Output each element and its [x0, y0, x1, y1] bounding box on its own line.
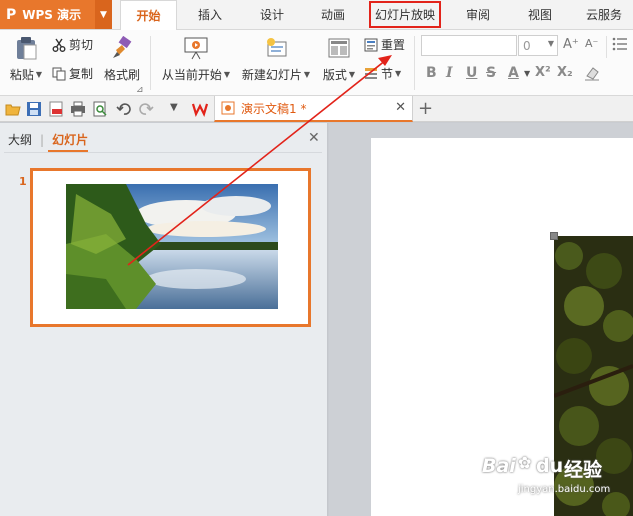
format-painter-button[interactable]: 格式刷 [102, 36, 142, 83]
export-pdf-icon[interactable] [48, 101, 64, 117]
section-icon [364, 67, 378, 81]
eraser-icon [585, 67, 599, 81]
bullet-list-icon [612, 37, 627, 51]
pane-tabs: 大纲 | 幻灯片 [8, 131, 88, 148]
reset-icon [364, 38, 378, 52]
ribbon: 粘贴 ▼ 剪切 复制 格式刷 ⊿ 从当前开始 ▼ 新建幻灯片 ▼ 版式 ▼ 重置… [0, 30, 633, 96]
superscript-button[interactable]: X² [535, 65, 551, 80]
watermark-brand: Bai [482, 455, 516, 477]
ribbon-separator [150, 36, 151, 90]
ribbon-separator [606, 36, 607, 58]
save-icon[interactable] [26, 101, 42, 117]
grow-font-button[interactable]: A⁺ [563, 37, 579, 52]
menu-bar: P WPS 演示 ▼ 开始 插入 设计 动画 幻灯片放映 审阅 视图 云服务 [0, 0, 633, 30]
print-icon[interactable] [70, 101, 86, 117]
presentation-file-icon [221, 101, 235, 115]
from-current-label: 从当前开始 [161, 68, 222, 82]
tab-view[interactable]: 视图 [514, 0, 566, 29]
bold-button[interactable]: B [426, 65, 437, 81]
tab-design[interactable]: 设计 [247, 0, 297, 29]
copy-label: 复制 [69, 67, 94, 81]
layout-icon [327, 36, 351, 60]
font-color-dropdown[interactable]: ▼ [522, 69, 530, 78]
brush-icon [110, 36, 134, 60]
layout-label: 版式 [322, 68, 347, 82]
section-label: 节 [381, 67, 394, 81]
subscript-button[interactable]: X₂ [557, 65, 573, 80]
watermark-product: 经验 [564, 459, 603, 481]
presentation-play-icon [184, 36, 208, 60]
pane-divider [4, 152, 322, 153]
tab-slides[interactable]: 幻灯片 [52, 131, 88, 148]
section-button[interactable]: 节 ▼ [364, 65, 401, 82]
watermark-brand-suffix: du [536, 455, 564, 477]
copy-button[interactable]: 复制 [52, 65, 93, 82]
list-button[interactable] [612, 37, 628, 51]
scissors-icon [52, 38, 66, 52]
cut-button[interactable]: 剪切 [52, 36, 93, 53]
wps-brand-icon[interactable] [192, 101, 208, 117]
from-current-button[interactable]: 从当前开始 ▼ [160, 36, 232, 83]
new-tab-button[interactable]: + [418, 98, 433, 119]
quick-access-toolbar: ▼ 演示文稿1 * ✕ + [0, 96, 633, 122]
watermark-url: jingyan.baidu.com [518, 484, 611, 495]
new-slide-button[interactable]: 新建幻灯片 ▼ [240, 36, 312, 83]
tab-insert[interactable]: 插入 [185, 0, 235, 29]
tab-animation[interactable]: 动画 [308, 0, 358, 29]
new-slide-label: 新建幻灯片 [241, 68, 302, 82]
chevron-down-icon: ▼ [547, 39, 554, 48]
font-size-value: 0 [523, 38, 531, 53]
paste-button[interactable]: 粘贴 ▼ [8, 36, 44, 83]
baidu-watermark: Bai ✿ du 经验 jingyan.baidu.com [478, 453, 628, 503]
slide-number: 1 [19, 175, 27, 188]
undo-icon[interactable] [116, 101, 132, 117]
paste-label: 粘贴 [9, 68, 34, 82]
tab-review[interactable]: 审阅 [452, 0, 504, 29]
font-color-button[interactable]: A [508, 65, 519, 81]
italic-button[interactable]: I [446, 65, 453, 81]
close-pane-icon[interactable]: ✕ [308, 130, 320, 146]
font-name-input[interactable] [421, 35, 517, 56]
shrink-font-button[interactable]: A⁻ [585, 37, 598, 50]
open-folder-icon[interactable] [5, 101, 21, 117]
underline-button[interactable]: U [466, 65, 477, 81]
copy-icon [52, 67, 66, 81]
tab-home[interactable]: 开始 [120, 0, 177, 30]
print-preview-icon[interactable] [92, 101, 108, 117]
close-tab-icon[interactable]: ✕ [395, 100, 406, 115]
document-tab[interactable]: 演示文稿1 * ✕ [214, 96, 413, 122]
customize-toolbar-dropdown[interactable]: ▼ [170, 102, 178, 113]
slide-thumbnail[interactable] [30, 168, 311, 327]
tab-divider: | [40, 132, 45, 147]
slides-pane: 大纲 | 幻灯片 ✕ 1 [0, 123, 328, 516]
tab-cloud-service[interactable]: 云服务 [576, 0, 632, 29]
strikethrough-button[interactable]: S [486, 65, 496, 81]
app-menu-button[interactable]: P WPS 演示 [0, 0, 95, 29]
lake-landscape-image [66, 184, 278, 309]
ribbon-separator [414, 36, 415, 90]
new-slide-icon [264, 36, 288, 60]
font-size-select[interactable]: 0 ▼ [518, 35, 558, 56]
clipboard-launcher-icon[interactable]: ⊿ [136, 85, 144, 95]
reset-button[interactable]: 重置 [364, 36, 405, 53]
clipboard-icon [14, 36, 38, 60]
redo-icon[interactable] [138, 101, 154, 117]
layout-button[interactable]: 版式 ▼ [320, 36, 358, 83]
resize-handle[interactable] [550, 232, 558, 240]
wps-logo-icon: P [6, 6, 17, 23]
document-title: 演示文稿1 * [241, 101, 307, 116]
app-menu-dropdown[interactable]: ▼ [95, 0, 112, 29]
app-name: WPS 演示 [22, 8, 82, 22]
format-painter-label: 格式刷 [103, 68, 140, 82]
cut-label: 剪切 [69, 38, 94, 52]
paw-icon: ✿ [518, 453, 532, 472]
tab-slideshow[interactable]: 幻灯片放映 [368, 0, 442, 29]
reset-label: 重置 [381, 38, 406, 52]
tab-outline[interactable]: 大纲 [8, 131, 32, 148]
clear-format-button[interactable] [584, 65, 600, 81]
